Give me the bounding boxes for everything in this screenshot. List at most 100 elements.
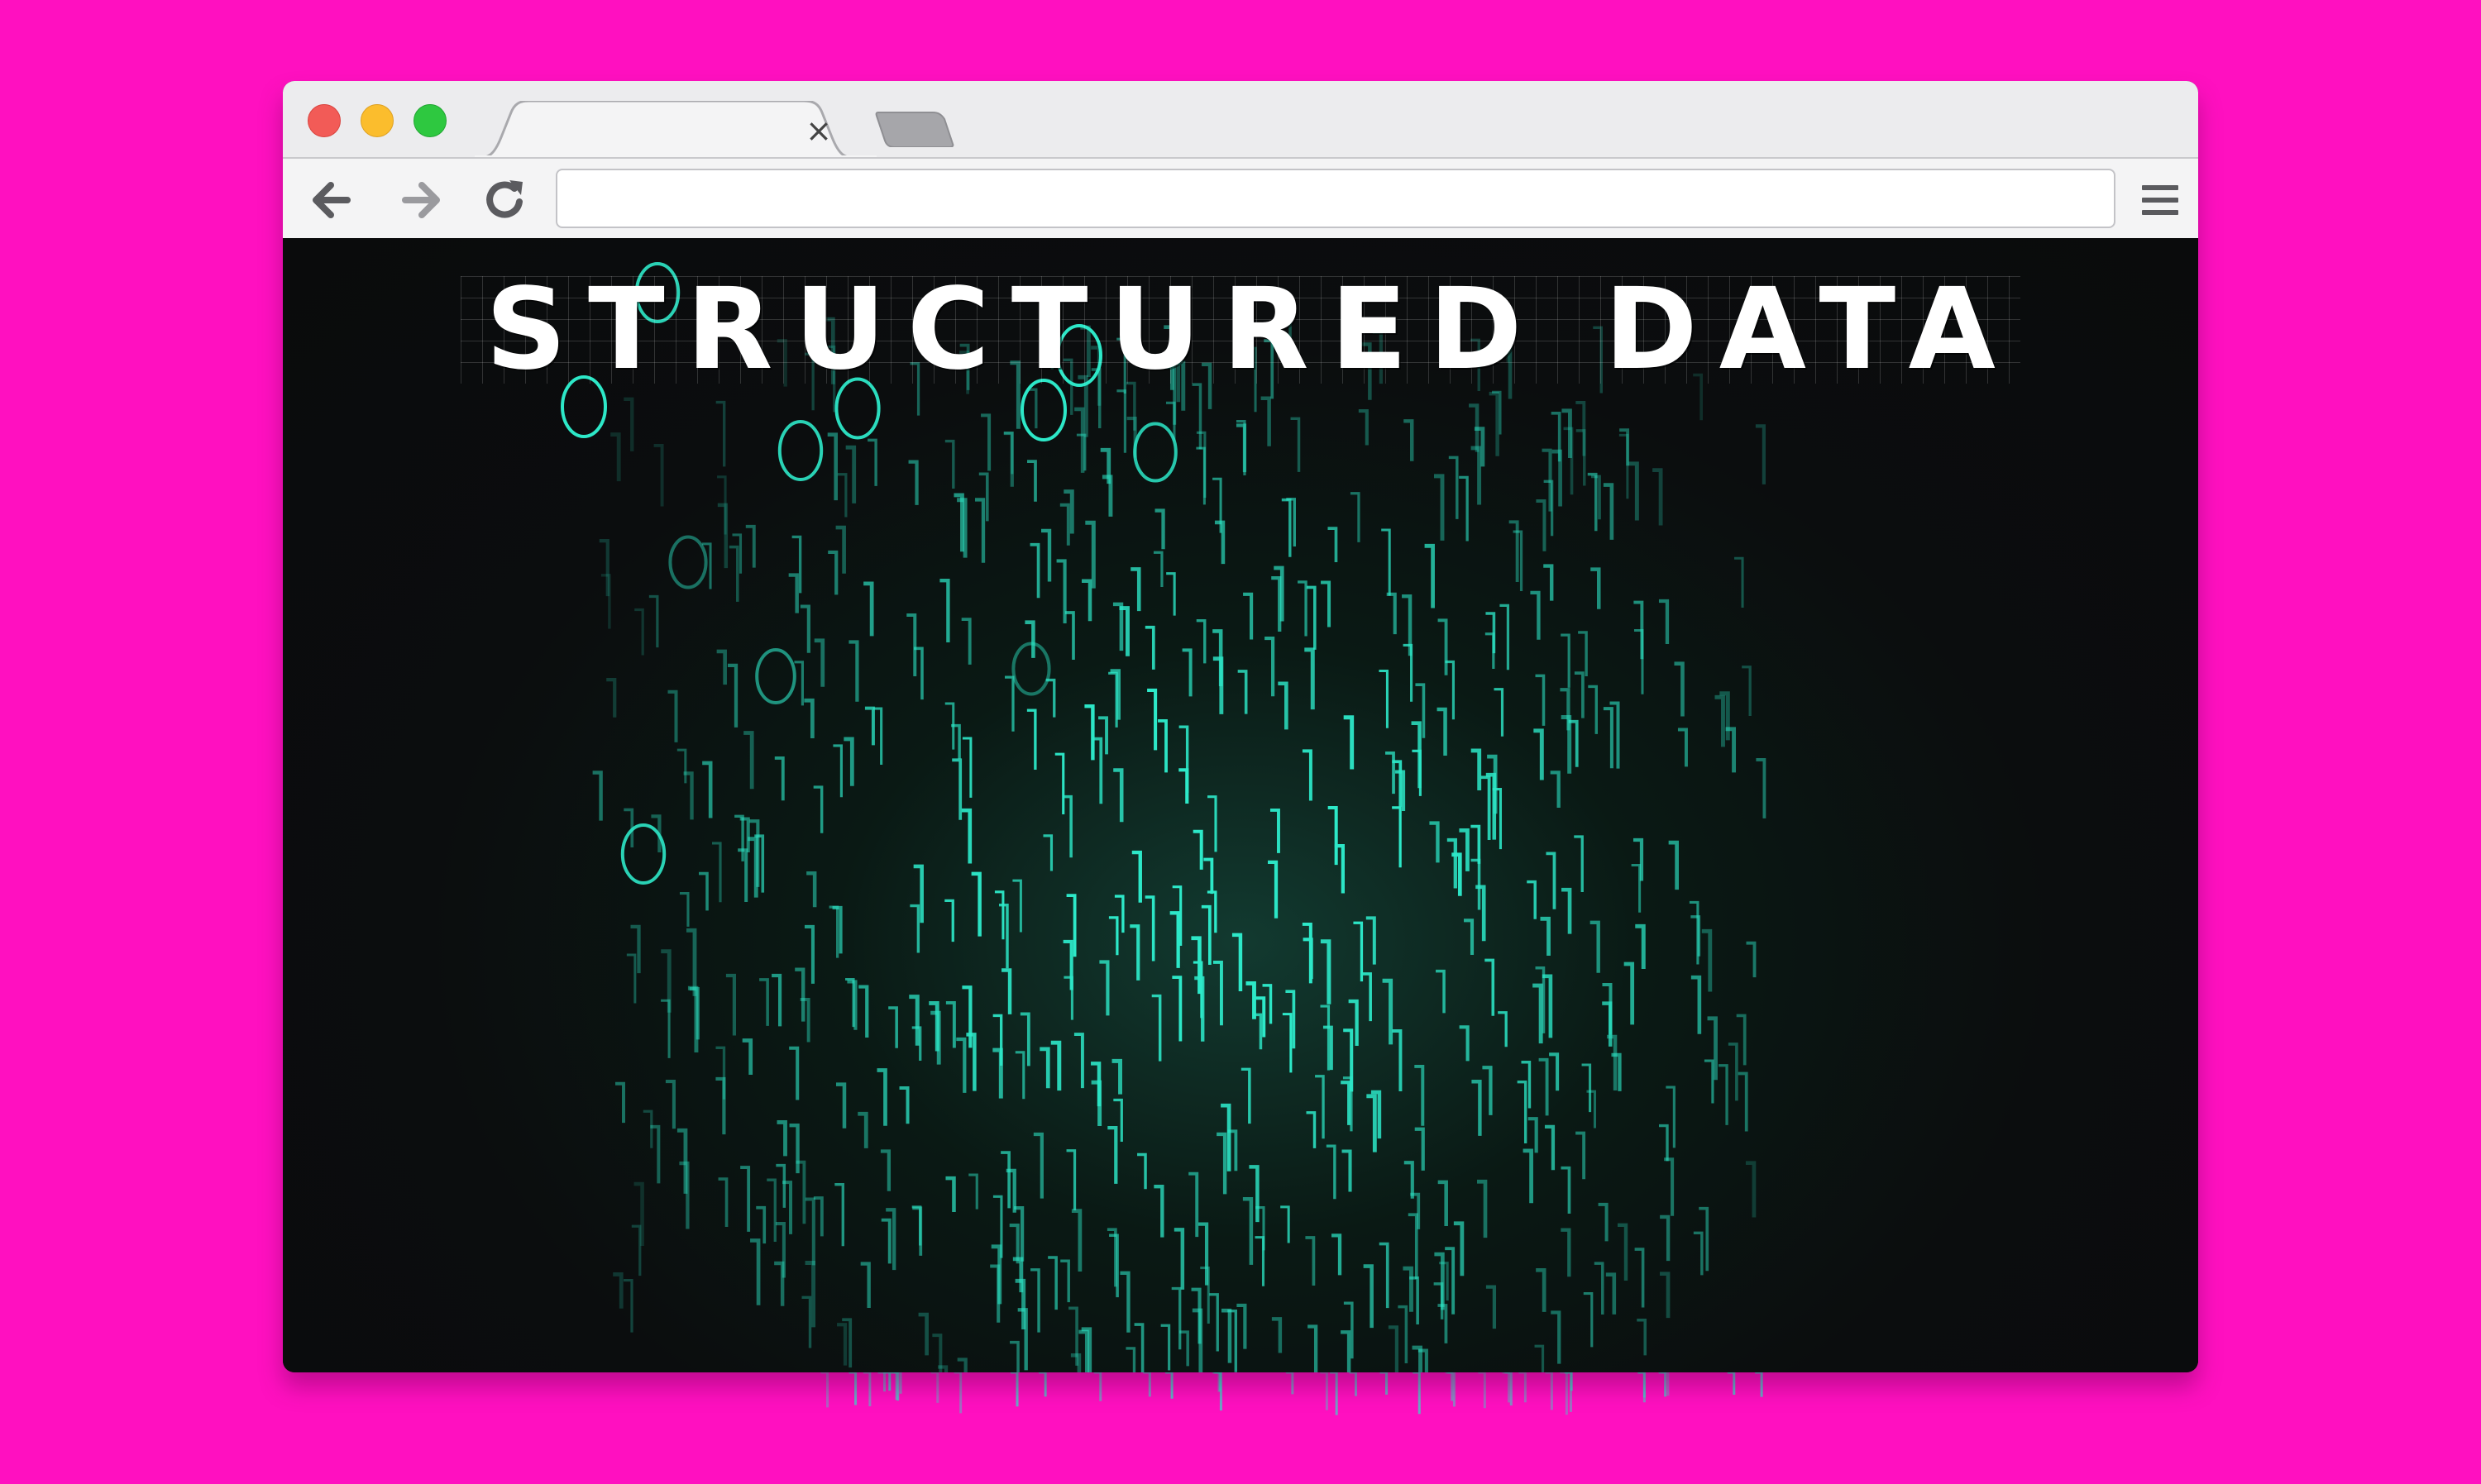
rain-glyph-one: [1603, 707, 1613, 769]
rain-glyph-one: [1517, 1081, 1527, 1144]
rain-glyph-one: [1004, 675, 1015, 732]
rain-glyph-one: [1327, 527, 1338, 562]
rain-glyph-one: [1191, 936, 1202, 995]
tab-close-icon[interactable]: ×: [804, 115, 834, 146]
rain-glyph-one: [1498, 1011, 1508, 1047]
rain-glyph-one: [1030, 542, 1040, 599]
rain-glyph-one: [1327, 805, 1338, 866]
rain-glyph-one: [1255, 1236, 1265, 1286]
rain-glyph-one: [633, 1181, 644, 1247]
rain-glyph-one: [1111, 1058, 1123, 1095]
rain-glyph-one: [1214, 1372, 1222, 1411]
rain-glyph-one: [971, 871, 982, 937]
rain-glyph-one: [954, 493, 964, 552]
rain-glyph-one: [716, 649, 727, 685]
rain-glyph-one: [774, 756, 785, 801]
rain-glyph-one: [1633, 628, 1644, 694]
rain-glyph-one: [1464, 919, 1475, 955]
rain-glyph-one: [1281, 498, 1292, 557]
rain-glyph-one: [1605, 1272, 1617, 1315]
rain-glyph-one: [742, 1038, 753, 1075]
rain-glyph-one: [974, 498, 986, 563]
rain-glyph-one: [1470, 824, 1481, 864]
rain-glyph-one: [1145, 625, 1155, 670]
rain-glyph-one: [804, 698, 815, 738]
rain-glyph-one: [1532, 983, 1543, 1044]
rain-glyph-one: [1056, 559, 1067, 623]
rain-glyph-one: [1320, 1004, 1331, 1071]
rain-glyph-one: [1602, 1001, 1613, 1047]
rain-glyph-one: [994, 890, 1005, 940]
rain-glyph-one: [1108, 671, 1118, 728]
rain-glyph-one: [1331, 1233, 1342, 1276]
rain-glyph-one: [945, 1176, 956, 1213]
rain-glyph-one: [909, 995, 920, 1046]
window-close-button[interactable]: [308, 104, 341, 137]
rain-glyph-one: [1536, 499, 1546, 551]
rain-glyph-one: [1742, 666, 1752, 716]
rain-glyph-one: [1658, 1372, 1667, 1397]
rain-glyph-one: [1320, 1372, 1328, 1410]
rain-glyph-one: [702, 761, 713, 818]
rain-glyph-zero: [755, 648, 796, 704]
rain-glyph-one: [1154, 508, 1165, 550]
rain-glyph-one: [1530, 590, 1541, 640]
rain-glyph-one: [1026, 709, 1037, 771]
rain-glyph-one: [1290, 417, 1301, 472]
rain-glyph-one: [613, 1272, 624, 1309]
rain-glyph-one: [715, 1046, 726, 1100]
rain-glyph-one: [1213, 1372, 1221, 1391]
rain-glyph-one: [952, 758, 963, 820]
rain-glyph-one: [805, 1197, 815, 1266]
rain-glyph-one: [1196, 619, 1207, 664]
window-minimize-button[interactable]: [361, 104, 394, 137]
rain-glyph-one: [1350, 492, 1360, 542]
arrow-left-icon[interactable]: [304, 174, 357, 227]
hamburger-menu-icon[interactable]: [2137, 177, 2183, 223]
rain-glyph-one: [1478, 1372, 1486, 1409]
rain-glyph-one: [1201, 904, 1212, 966]
rain-glyph-one: [1231, 933, 1243, 991]
rain-glyph-one: [806, 871, 817, 908]
rain-glyph-one: [1660, 1214, 1671, 1262]
rain-glyph-one: [1178, 768, 1189, 804]
rain-glyph-one: [1459, 1025, 1470, 1062]
rain-glyph-one: [1527, 1117, 1538, 1153]
rain-glyph-one: [1166, 572, 1176, 616]
rain-glyph-one: [1298, 580, 1307, 637]
rain-glyph-one: [858, 985, 869, 1038]
window-maximize-button[interactable]: [414, 104, 447, 137]
rain-glyph-one: [1153, 551, 1164, 588]
new-tab-button[interactable]: [875, 111, 954, 148]
rain-glyph-one: [968, 1173, 978, 1210]
rain-glyph-one: [1534, 1344, 1545, 1372]
rain-glyph-one: [1306, 585, 1317, 650]
rain-glyph-one: [1379, 669, 1389, 728]
rain-glyph-one: [1392, 1029, 1403, 1092]
rain-glyph-one: [814, 638, 825, 687]
rain-glyph-one: [1039, 1372, 1047, 1397]
rain-glyph-one: [1631, 863, 1642, 913]
reload-icon[interactable]: [478, 174, 531, 227]
rain-glyph-one: [665, 1079, 676, 1129]
rain-glyph-one: [718, 1177, 729, 1227]
arrow-right-icon[interactable]: [395, 174, 448, 227]
rain-glyph-one: [1158, 718, 1168, 773]
rain-glyph-one: [1099, 960, 1110, 1016]
rain-glyph-one: [1551, 1310, 1561, 1364]
rain-glyph-one: [1551, 412, 1561, 462]
rain-glyph-one: [1060, 1259, 1070, 1303]
rain-glyph-one: [661, 949, 672, 1013]
rain-glyph-one: [1563, 427, 1574, 495]
rain-glyph-one: [1448, 456, 1459, 519]
address-bar-input[interactable]: [556, 169, 2115, 228]
rain-glyph-one: [1320, 939, 1331, 1004]
rain-glyph-one: [944, 439, 955, 489]
rain-glyph-one: [1071, 1209, 1083, 1272]
rain-glyph-one: [1191, 1287, 1202, 1344]
rain-glyph-one: [1637, 1318, 1647, 1356]
rain-glyph-one: [1151, 994, 1162, 1062]
rain-glyph-one: [1172, 976, 1183, 1042]
rain-glyph-one: [1412, 1345, 1422, 1372]
rain-glyph-one: [1174, 1228, 1185, 1290]
